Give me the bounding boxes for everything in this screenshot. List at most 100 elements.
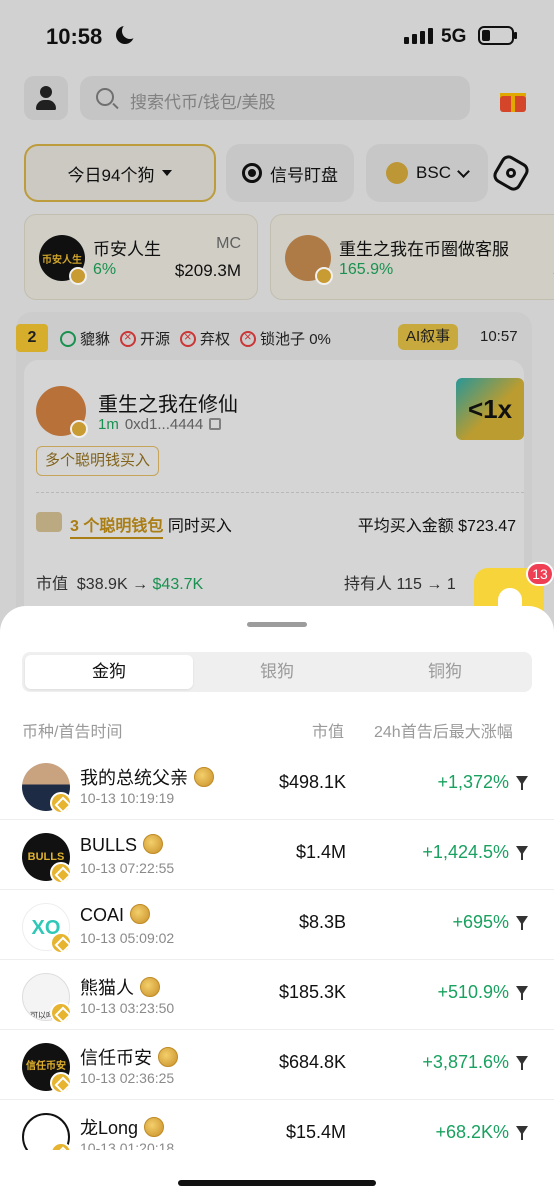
signal-icon <box>404 28 433 44</box>
tag-item: 开源 <box>120 328 170 349</box>
table-row[interactable]: 信任币安 信任币安 10-13 02:36:25 $684.8K +3,871.… <box>0 1030 554 1100</box>
trending-cards: 币安人生 币安人生 MC 6% $209.3M 重生之我在币圈做客服 165.9… <box>0 214 554 300</box>
signal-watch-label: 信号盯盘 <box>270 165 338 185</box>
tab-silver[interactable]: 银狗 <box>193 655 361 689</box>
moon-icon <box>116 23 138 44</box>
token-name: 重生之我在修仙 <box>98 394 238 416</box>
table-row[interactable]: 可以吗老 熊猫人 10-13 03:23:50 $185.3K +510.9% <box>0 960 554 1030</box>
signal-feed-card[interactable]: 2 貔貅 开源 弃权 锁池子 0% AI叙事 10:57 重生之我在修仙 1m 0… <box>16 312 532 622</box>
chevron-down-icon <box>457 164 470 178</box>
token-change: 165.9% <box>339 261 394 278</box>
wallet-icon <box>36 512 62 532</box>
status-time: 10:58 <box>46 24 103 49</box>
max-gain: +3,871.6% <box>422 1052 509 1072</box>
column-gain[interactable]: 24h首告后最大涨幅 <box>374 718 513 742</box>
max-gain: +1,372% <box>437 772 509 792</box>
signal-watch-button[interactable]: 信号盯盘 <box>226 144 354 202</box>
broadcast-icon <box>242 163 262 183</box>
bsc-icon <box>386 162 409 184</box>
token-name: BULLS <box>80 834 164 856</box>
token-meta: 1m 0xd1...4444 <box>98 416 222 433</box>
chain-badge-icon <box>50 1072 72 1094</box>
risk-tags: 貔貅 开源 弃权 锁池子 0% <box>60 328 331 349</box>
gold-dog-icon <box>158 1047 178 1067</box>
first-call-time: 10-13 07:22:55 <box>80 860 175 876</box>
gold-dog-icon <box>130 904 151 924</box>
gold-dog-icon <box>140 977 160 997</box>
column-mc[interactable]: 市值 <box>312 718 344 742</box>
wallet-summary: 3 个聪明钱包 同时买入 <box>70 512 232 539</box>
chain-badge-icon <box>50 1002 72 1024</box>
first-call-time: 10-13 01:20:18 <box>80 1140 175 1150</box>
market-cap: $684.8K <box>278 1052 346 1072</box>
market-cap: $1.4M <box>295 842 346 862</box>
chain-badge-icon <box>69 267 87 285</box>
mcap-change: 市值 $38.9K → $43.7K <box>36 576 204 593</box>
ai-narrative-badge[interactable]: AI叙事 <box>398 324 459 350</box>
token-name: 龙Long <box>80 1114 165 1140</box>
first-call-time: 10-13 05:09:02 <box>80 930 175 946</box>
status-bar: 10:58 5G <box>0 0 554 72</box>
first-call-time: 10-13 03:23:50 <box>80 1000 175 1016</box>
settings-icon[interactable] <box>490 152 532 194</box>
column-coin: 币种/首告时间 <box>22 724 123 741</box>
market-cap: $185.3K <box>278 982 346 1002</box>
today-dogs-dropdown[interactable]: 今日94个狗 <box>24 144 216 202</box>
caret-down-icon <box>162 170 173 176</box>
tier-tabs: 金狗 银狗 铜狗 <box>22 652 532 692</box>
profile-button[interactable] <box>24 76 68 120</box>
divider <box>36 492 524 493</box>
first-call-time: 10-13 10:19:19 <box>80 790 175 806</box>
filter-icon[interactable] <box>516 776 528 790</box>
rank-badge: 2 <box>16 324 48 352</box>
sheet-handle[interactable] <box>247 622 307 627</box>
filter-icon[interactable] <box>516 1056 528 1070</box>
tab-bronze[interactable]: 铜狗 <box>361 655 529 689</box>
home-indicator[interactable] <box>178 1180 376 1186</box>
copy-icon[interactable] <box>209 418 222 430</box>
max-gain: +1,424.5% <box>422 842 509 862</box>
filter-icon[interactable] <box>516 986 528 1000</box>
table-row[interactable]: 龙Long 10-13 01:20:18 $15.4M +68.2K% <box>0 1100 554 1150</box>
chain-badge-icon <box>70 420 88 438</box>
trending-card[interactable]: 币安人生 币安人生 MC 6% $209.3M <box>24 214 258 300</box>
check-icon <box>60 330 76 347</box>
token-age: 1m <box>98 416 119 433</box>
table-row[interactable]: XO COAI 10-13 05:09:02 $8.3B +695% <box>0 890 554 960</box>
golden-dog-sheet: 金狗 银狗 铜狗 币种/首告时间 市值 24h首告后最大涨幅 我的总统父亲 10… <box>0 606 554 1199</box>
gift-icon[interactable] <box>500 88 526 112</box>
max-gain: +510.9% <box>437 982 509 1002</box>
cross-icon <box>240 329 257 347</box>
table-row[interactable]: BULLS BULLS 10-13 07:22:55 $1.4M +1,424.… <box>0 820 554 890</box>
token-name: 熊猫人 <box>80 974 160 1000</box>
ratio-badge: <1x <box>456 378 524 440</box>
filter-icon[interactable] <box>516 846 528 860</box>
tag-item: 弃权 <box>180 328 230 349</box>
token-name: 币安人生 <box>93 240 161 259</box>
holder-change: 持有人 115 → 1 <box>344 576 456 593</box>
wallet-count[interactable]: 3 个聪明钱包 <box>70 518 164 539</box>
gold-dog-icon <box>143 834 164 854</box>
today-dogs-label: 今日94个狗 <box>67 165 155 185</box>
smart-money-tag: 多个聪明钱买入 <box>36 446 160 476</box>
token-name: COAI <box>80 904 151 926</box>
gold-dog-icon <box>194 767 214 787</box>
chain-badge-icon <box>315 267 333 285</box>
token-name: 重生之我在币圈做客服 <box>339 240 509 259</box>
token-change: 6% <box>93 261 117 278</box>
search-bar[interactable]: 搜索代币/钱包/美股 <box>80 76 470 120</box>
chain-selector[interactable]: BSC <box>366 144 488 202</box>
tab-gold[interactable]: 金狗 <box>25 655 193 689</box>
filter-icon[interactable] <box>516 916 528 930</box>
token-detail: 重生之我在修仙 1m 0xd1...4444 <1x 多个聪明钱买入 3 个聪明钱… <box>24 360 524 622</box>
table-row[interactable]: 我的总统父亲 10-13 10:19:19 $498.1K +1,372% <box>0 750 554 820</box>
chain-badge-icon <box>50 862 72 884</box>
filter-icon[interactable] <box>516 1126 528 1140</box>
trending-card[interactable]: 重生之我在币圈做客服 165.9% $ <box>270 214 554 300</box>
feed-time: 10:57 <box>480 328 518 345</box>
user-icon <box>40 86 52 98</box>
token-name: 我的总统父亲 <box>80 764 214 790</box>
tag-item: 貔貅 <box>60 328 110 349</box>
tag-item: 锁池子 0% <box>240 328 331 349</box>
cross-icon <box>120 329 137 347</box>
